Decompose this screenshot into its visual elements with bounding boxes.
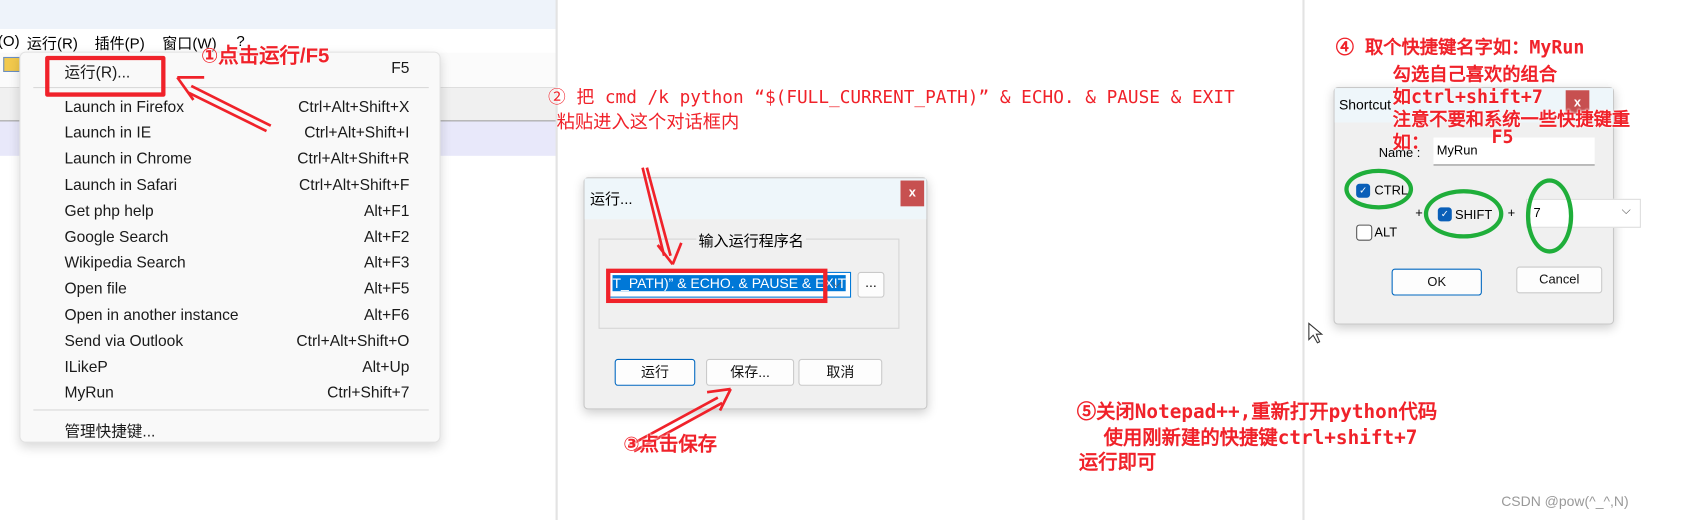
annotation-step5: ⑤关闭Notepad++,重新打开python代码 [1076,400,1438,424]
annotation-step4-line5: 如： [1392,132,1430,154]
mouse-cursor-icon [1308,322,1324,344]
arrow-icon [176,76,272,133]
annotation-step5-line3: 运行即可 [1078,451,1157,474]
annotation-step2-line2: 粘贴进入这个对话框内 [556,111,740,133]
annotation-step1: ①点击运行/F5 [200,45,330,68]
arrow-icon [641,167,683,266]
annotation-step4-line5b: F5 [1491,126,1514,149]
watermark: CSDN @pow(^_^,N) [1501,493,1629,510]
annotation-step3: ③点击保存 [623,433,718,455]
annotation-step2: ② 把 cmd /k python “$(FULL_CURRENT_PATH)”… [548,87,1235,108]
annotation-step4: ④ 取个快捷键名字如：MyRun [1335,37,1585,60]
